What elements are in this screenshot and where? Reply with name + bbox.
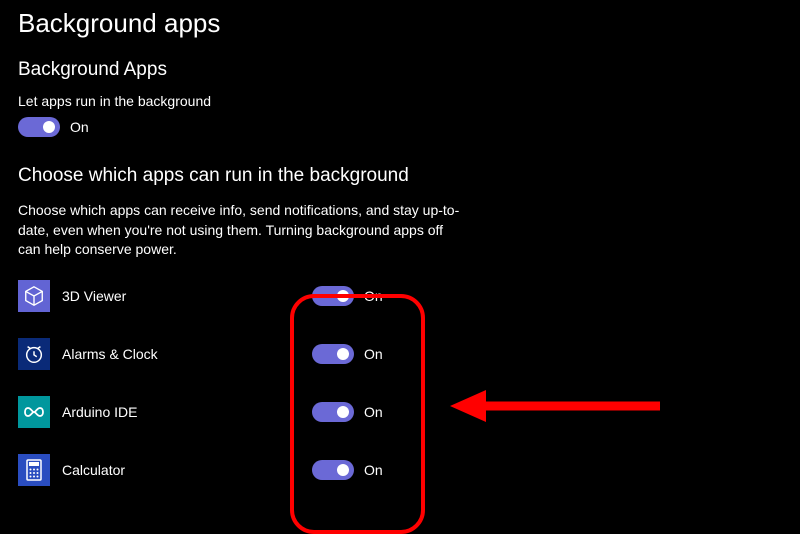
app-toggle-calculator[interactable] [312, 460, 354, 480]
cube-icon [18, 280, 50, 312]
choose-heading: Choose which apps can run in the backgro… [18, 165, 782, 187]
app-name: Alarms & Clock [62, 346, 312, 362]
clock-icon [18, 338, 50, 370]
master-toggle-state: On [70, 119, 89, 135]
app-row-arduino-ide: Arduino IDE On [18, 396, 782, 428]
page-title: Background apps [18, 8, 782, 39]
infinity-icon [18, 396, 50, 428]
app-row-3d-viewer: 3D Viewer On [18, 280, 782, 312]
app-toggle-state: On [364, 346, 383, 362]
app-name: 3D Viewer [62, 288, 312, 304]
app-toggle-state: On [364, 288, 383, 304]
app-toggle-alarms-clock[interactable] [312, 344, 354, 364]
master-heading: Background Apps [18, 59, 782, 81]
app-toggle-state: On [364, 404, 383, 420]
app-name: Calculator [62, 462, 312, 478]
app-row-calculator: Calculator On [18, 454, 782, 486]
master-toggle-label: Let apps run in the background [18, 93, 782, 109]
app-row-alarms-clock: Alarms & Clock On [18, 338, 782, 370]
calculator-icon [18, 454, 50, 486]
master-toggle[interactable] [18, 117, 60, 137]
choose-description: Choose which apps can receive info, send… [18, 201, 468, 260]
app-name: Arduino IDE [62, 404, 312, 420]
master-toggle-row: On [18, 117, 782, 137]
app-toggle-arduino-ide[interactable] [312, 402, 354, 422]
app-toggle-state: On [364, 462, 383, 478]
app-toggle-3d-viewer[interactable] [312, 286, 354, 306]
apps-list: 3D Viewer On Alarms & Clock On [18, 280, 782, 486]
